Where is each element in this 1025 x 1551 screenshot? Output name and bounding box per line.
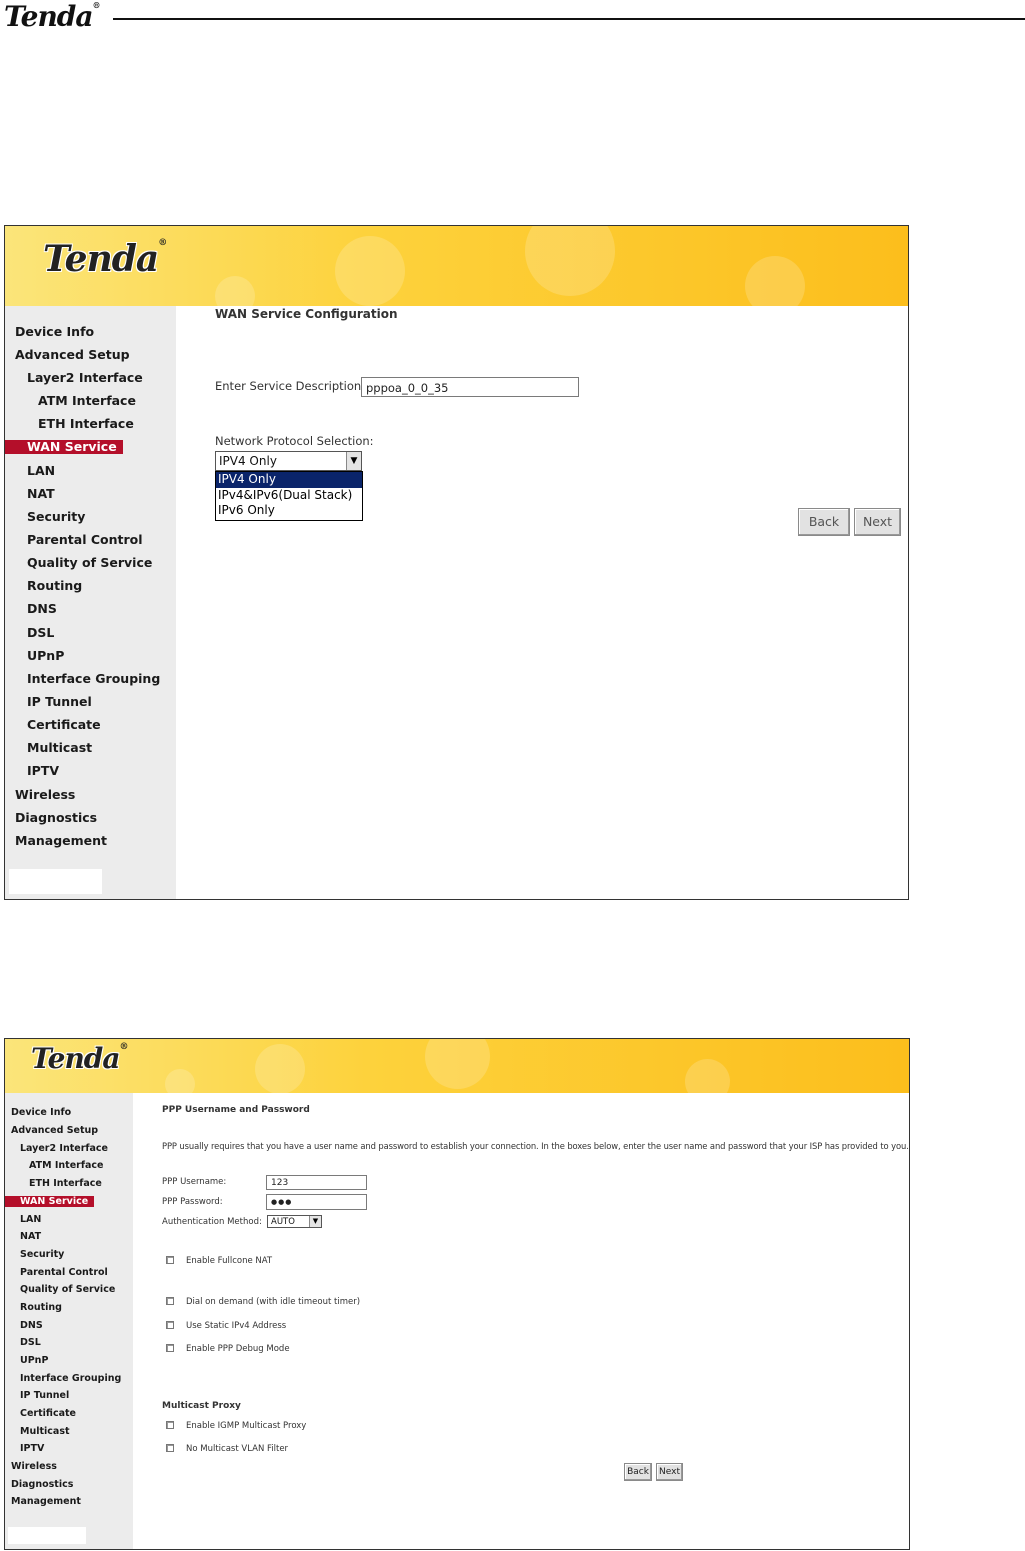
brand-logo: Tenda® [31, 1042, 129, 1075]
ppp-username-input[interactable]: 123 [266, 1175, 367, 1190]
screenshot-wan-service-config: Tenda® Device Info Advanced Setup Layer2… [4, 225, 909, 900]
ppp-debug-checkbox[interactable] [166, 1344, 174, 1352]
sidebar-item-wireless[interactable]: Wireless [11, 1460, 57, 1474]
chevron-down-icon[interactable]: ▼ [346, 452, 361, 470]
sidebar-item-diagnostics[interactable]: Diagnostics [11, 1478, 73, 1492]
sidebar-item-management[interactable]: Management [11, 1495, 81, 1509]
sidebar-nav: Device Info Advanced Setup Layer2 Interf… [5, 306, 176, 899]
protocol-option-dual-stack[interactable]: IPv4&IPv6(Dual Stack) [216, 488, 362, 504]
sidebar-item-upnp[interactable]: UPnP [27, 647, 64, 665]
sidebar-item-eth-interface[interactable]: ETH Interface [38, 415, 134, 433]
sidebar-item-atm-interface[interactable]: ATM Interface [38, 392, 136, 410]
sidebar-item-ip-tunnel[interactable]: IP Tunnel [27, 693, 92, 711]
doc-header-rule [113, 18, 1025, 20]
sidebar-item-dsl[interactable]: DSL [20, 1336, 41, 1350]
screenshot-ppp-credentials: Tenda® Device Info Advanced Setup Layer2… [4, 1038, 910, 1550]
sidebar-item-wan-service[interactable]: WAN Service [5, 1196, 95, 1207]
page-title: WAN Service Configuration [215, 307, 398, 321]
protocol-option-ipv4[interactable]: IPV4 Only [216, 472, 362, 488]
sidebar-item-dns[interactable]: DNS [20, 1319, 43, 1333]
igmp-proxy-checkbox[interactable] [166, 1421, 174, 1429]
ppp-password-label: PPP Password: [162, 1197, 223, 1207]
no-vlan-filter-label: No Multicast VLAN Filter [186, 1444, 289, 1454]
sidebar-item-layer2-interface[interactable]: Layer2 Interface [20, 1142, 108, 1156]
sidebar-item-security[interactable]: Security [20, 1248, 64, 1262]
sidebar-item-eth-interface[interactable]: ETH Interface [29, 1177, 102, 1191]
sidebar-item-nat[interactable]: NAT [27, 485, 55, 503]
intro-text: PPP usually requires that you have a use… [162, 1141, 909, 1151]
sidebar-item-nat[interactable]: NAT [20, 1230, 41, 1244]
header-banner: Tenda® [5, 226, 908, 306]
sidebar-blank-box [8, 1527, 86, 1544]
sidebar-item-advanced-setup[interactable]: Advanced Setup [11, 1124, 98, 1138]
sidebar-item-routing[interactable]: Routing [27, 577, 82, 595]
sidebar-item-parental-control[interactable]: Parental Control [20, 1266, 108, 1280]
doc-logo: Tenda® [4, 0, 101, 33]
protocol-dropdown-list: IPV4 Only IPv4&IPv6(Dual Stack) IPv6 Onl… [215, 471, 363, 521]
sidebar-item-certificate[interactable]: Certificate [27, 716, 101, 734]
auth-method-value: AUTO [271, 1217, 295, 1227]
sidebar-item-quality-of-service[interactable]: Quality of Service [27, 554, 152, 572]
sidebar-item-atm-interface[interactable]: ATM Interface [29, 1159, 103, 1173]
sidebar-blank-box [9, 869, 102, 894]
igmp-proxy-label: Enable IGMP Multicast Proxy [186, 1421, 307, 1431]
sidebar-nav: Device Info Advanced Setup Layer2 Interf… [5, 1093, 133, 1549]
sidebar-item-parental-control[interactable]: Parental Control [27, 531, 143, 549]
sidebar-item-iptv[interactable]: IPTV [20, 1442, 44, 1456]
sidebar-item-device-info[interactable]: Device Info [15, 323, 94, 341]
dial-on-demand-checkbox[interactable] [166, 1297, 174, 1305]
dial-on-demand-label: Dial on demand (with idle timeout timer) [186, 1297, 361, 1307]
sidebar-item-interface-grouping[interactable]: Interface Grouping [20, 1372, 121, 1386]
sidebar-item-quality-of-service[interactable]: Quality of Service [20, 1283, 115, 1297]
static-ipv4-checkbox[interactable] [166, 1321, 174, 1329]
sidebar-item-advanced-setup[interactable]: Advanced Setup [15, 346, 130, 364]
protocol-select-value: IPV4 Only [219, 454, 277, 468]
sidebar-item-wan-service[interactable]: WAN Service [5, 440, 123, 454]
static-ipv4-label: Use Static IPv4 Address [186, 1321, 287, 1331]
sidebar-item-dsl[interactable]: DSL [27, 624, 54, 642]
ppp-password-input[interactable]: ●●● [266, 1194, 367, 1210]
auth-method-select[interactable]: AUTO ▼ [267, 1215, 322, 1228]
sidebar-item-wireless[interactable]: Wireless [15, 786, 75, 804]
sidebar-item-multicast[interactable]: Multicast [20, 1425, 70, 1439]
page-title: PPP Username and Password [162, 1105, 310, 1115]
service-description-input[interactable]: pppoa_0_0_35 [361, 377, 579, 397]
sidebar-item-interface-grouping[interactable]: Interface Grouping [27, 670, 160, 688]
sidebar-item-iptv[interactable]: IPTV [27, 762, 59, 780]
sidebar-item-security[interactable]: Security [27, 508, 85, 526]
back-button[interactable]: Back [624, 1463, 652, 1481]
sidebar-item-management[interactable]: Management [15, 832, 107, 850]
back-button[interactable]: Back [798, 508, 850, 536]
sidebar-item-lan[interactable]: LAN [27, 462, 55, 480]
sidebar-item-certificate[interactable]: Certificate [20, 1407, 76, 1421]
auth-method-label: Authentication Method: [162, 1217, 262, 1227]
sidebar-item-diagnostics[interactable]: Diagnostics [15, 809, 97, 827]
multicast-proxy-title: Multicast Proxy [162, 1401, 241, 1411]
fullcone-nat-label: Enable Fullcone NAT [186, 1256, 273, 1266]
next-button[interactable]: Next [656, 1463, 683, 1481]
sidebar-item-dns[interactable]: DNS [27, 600, 57, 618]
no-vlan-filter-checkbox[interactable] [166, 1444, 174, 1452]
brand-logo: Tenda® [43, 238, 167, 280]
header-banner: Tenda® [5, 1039, 909, 1093]
sidebar-item-routing[interactable]: Routing [20, 1301, 62, 1315]
sidebar-item-upnp[interactable]: UPnP [20, 1354, 48, 1368]
sidebar-item-device-info[interactable]: Device Info [11, 1106, 71, 1120]
sidebar-item-lan[interactable]: LAN [20, 1213, 41, 1227]
ppp-debug-label: Enable PPP Debug Mode [186, 1344, 290, 1354]
service-description-label: Enter Service Description: [215, 379, 366, 393]
chevron-down-icon[interactable]: ▼ [309, 1216, 321, 1227]
sidebar-item-layer2-interface[interactable]: Layer2 Interface [27, 369, 143, 387]
protocol-option-ipv6[interactable]: IPv6 Only [216, 503, 362, 519]
next-button[interactable]: Next [854, 508, 901, 536]
fullcone-nat-checkbox[interactable] [166, 1256, 174, 1264]
sidebar-item-ip-tunnel[interactable]: IP Tunnel [20, 1389, 69, 1403]
protocol-selection-label: Network Protocol Selection: [215, 434, 374, 448]
protocol-select[interactable]: IPV4 Only ▼ [215, 451, 362, 471]
ppp-username-label: PPP Username: [162, 1177, 227, 1187]
sidebar-item-multicast[interactable]: Multicast [27, 739, 92, 757]
